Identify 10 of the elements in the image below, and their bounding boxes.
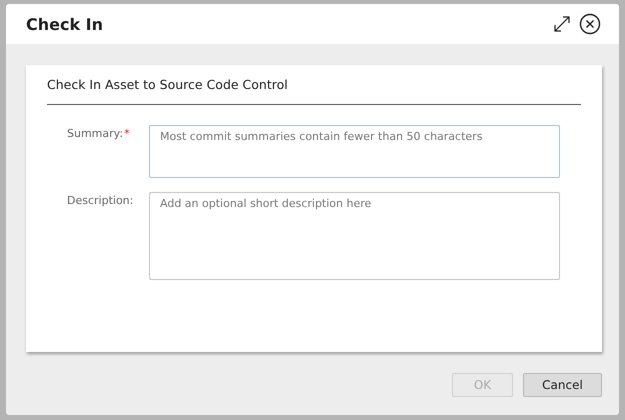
text-area[interactable]: Add an optional short description here	[149, 192, 560, 280]
field-label: Description:	[67, 194, 134, 207]
dialog-title: Check In	[26, 14, 104, 34]
cancel-button[interactable]: Cancel	[523, 373, 602, 397]
close-icon[interactable]	[579, 13, 601, 35]
section-title: Check In Asset to Source Code Control	[47, 77, 289, 94]
expand-icon[interactable]	[553, 15, 571, 33]
required-mark: *	[124, 127, 130, 140]
field-label: Summary:	[67, 127, 124, 140]
text-area[interactable]: Most commit summaries contain fewer than 50 characters	[149, 125, 560, 178]
